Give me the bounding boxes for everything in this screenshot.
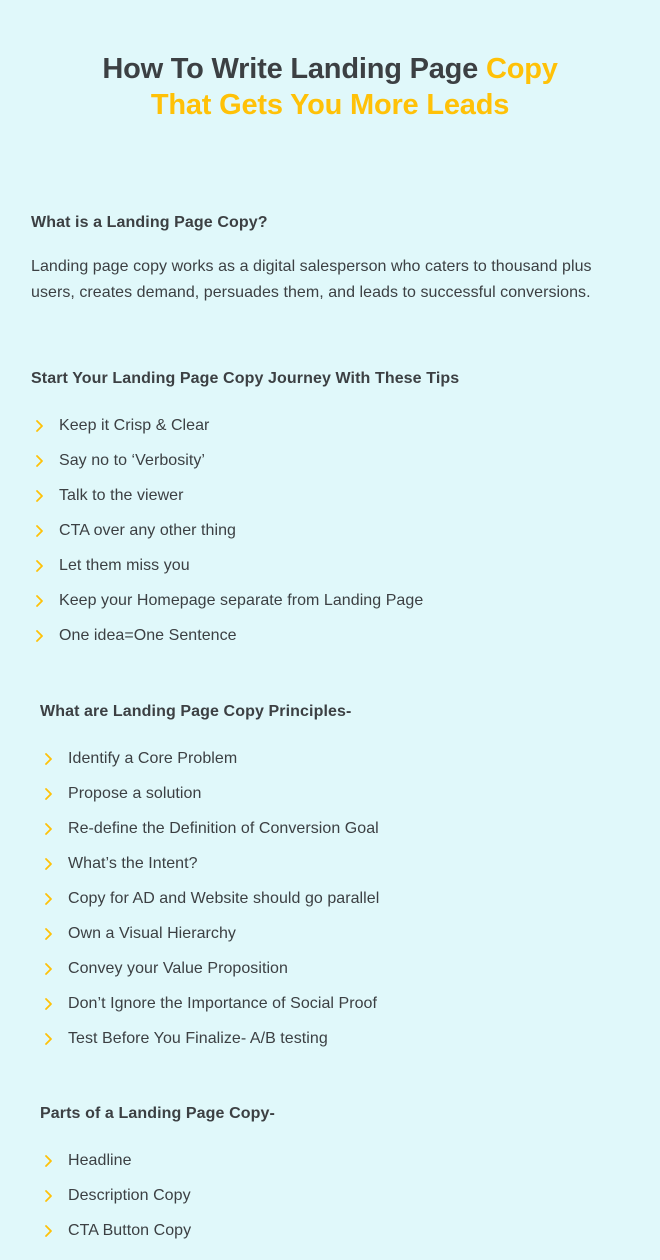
article-page: How To Write Landing Page Copy That Gets…	[0, 19, 660, 1260]
list-item: Convey your Value Proposition	[40, 958, 634, 980]
list-item-label: Keep it Crisp & Clear	[59, 417, 210, 435]
tips-list: Keep it Crisp & Clear Say no to ‘Verbosi…	[31, 415, 634, 647]
section-what-is-landing-page-copy: What is a Landing Page Copy? Landing pag…	[31, 212, 634, 306]
list-item: Re-define the Definition of Conversion G…	[40, 818, 634, 840]
list-item: Copy for AD and Website should go parall…	[40, 888, 634, 910]
chevron-right-icon	[44, 752, 54, 766]
chevron-right-icon	[44, 1224, 54, 1238]
article-content: What is a Landing Page Copy? Landing pag…	[0, 143, 660, 1242]
list-item-label: Keep your Homepage separate from Landing…	[59, 592, 424, 610]
list-item: What’s the Intent?	[40, 853, 634, 875]
section-heading: Parts of a Landing Page Copy-	[40, 1104, 275, 1122]
list-item-label: What’s the Intent?	[68, 854, 198, 872]
list-item-label: Let them miss you	[59, 557, 190, 575]
list-item-label: CTA Button Copy	[68, 1221, 192, 1239]
section-landing-page-copy-principles: What are Landing Page Copy Principles- I…	[40, 701, 634, 1050]
list-item: Keep your Homepage separate from Landing…	[31, 590, 634, 612]
chevron-right-icon	[35, 489, 45, 503]
list-item-label: Description Copy	[68, 1186, 191, 1204]
chevron-right-icon	[44, 1189, 54, 1203]
chevron-right-icon	[44, 822, 54, 836]
chevron-right-icon	[35, 629, 45, 643]
list-item-label: Say no to ‘Verbosity’	[59, 452, 206, 470]
chevron-right-icon	[44, 927, 54, 941]
page-title: How To Write Landing Page Copy That Gets…	[0, 19, 660, 123]
list-item: Identify a Core Problem	[40, 748, 634, 770]
list-item: Keep it Crisp & Clear	[31, 415, 634, 437]
chevron-right-icon	[35, 419, 45, 433]
section-start-your-journey-tips: Start Your Landing Page Copy Journey Wit…	[31, 368, 634, 647]
list-item: CTA over any other thing	[31, 520, 634, 542]
section-paragraph: Landing page copy works as a digital sal…	[31, 258, 592, 302]
list-item: Let them miss you	[31, 555, 634, 577]
chevron-right-icon	[44, 892, 54, 906]
chevron-right-icon	[35, 524, 45, 538]
chevron-right-icon	[44, 997, 54, 1011]
list-item-label: Talk to the viewer	[59, 487, 184, 505]
list-item-label: Headline	[68, 1151, 132, 1169]
list-item-label: Test Before You Finalize- A/B testing	[68, 1029, 328, 1047]
page-title-part-dark: How To Write Landing Page	[102, 53, 486, 86]
section-heading: What is a Landing Page Copy?	[31, 214, 268, 232]
list-item: CTA Button Copy	[40, 1220, 634, 1242]
list-item: One idea=One Sentence	[31, 625, 634, 647]
chevron-right-icon	[35, 594, 45, 608]
list-item: Say no to ‘Verbosity’	[31, 450, 634, 472]
list-item-label: Propose a solution	[68, 784, 202, 802]
list-item: Description Copy	[40, 1185, 634, 1207]
list-item-label: Convey your Value Proposition	[68, 959, 288, 977]
list-item: Talk to the viewer	[31, 485, 634, 507]
list-item-label: CTA over any other thing	[59, 522, 236, 540]
page-title-part-accent: Copy	[485, 53, 558, 86]
list-item: Own a Visual Hierarchy	[40, 923, 634, 945]
list-item-label: Identify a Core Problem	[68, 749, 238, 767]
section-parts-of-landing-page-copy: Parts of a Landing Page Copy- Headline D…	[40, 1103, 634, 1242]
list-item-label: Re-define the Definition of Conversion G…	[68, 819, 379, 837]
list-item-label: One idea=One Sentence	[59, 627, 237, 645]
list-item-label: Own a Visual Hierarchy	[68, 924, 236, 942]
chevron-right-icon	[44, 787, 54, 801]
section-heading: What are Landing Page Copy Principles-	[40, 702, 352, 720]
chevron-right-icon	[35, 454, 45, 468]
principles-list: Identify a Core Problem Propose a soluti…	[40, 748, 634, 1050]
section-heading: Start Your Landing Page Copy Journey Wit…	[31, 370, 460, 388]
list-item-label: Copy for AD and Website should go parall…	[68, 889, 380, 907]
chevron-right-icon	[44, 857, 54, 871]
chevron-right-icon	[44, 1154, 54, 1168]
list-item-label: Don’t Ignore the Importance of Social Pr…	[68, 994, 377, 1012]
list-item: Don’t Ignore the Importance of Social Pr…	[40, 993, 634, 1015]
list-item: Propose a solution	[40, 783, 634, 805]
list-item: Headline	[40, 1150, 634, 1172]
chevron-right-icon	[44, 1032, 54, 1046]
parts-list: Headline Description Copy CTA Button Cop…	[40, 1150, 634, 1242]
chevron-right-icon	[44, 962, 54, 976]
list-item: Test Before You Finalize- A/B testing	[40, 1028, 634, 1050]
page-title-line-two: That Gets You More Leads	[150, 89, 510, 122]
chevron-right-icon	[35, 559, 45, 573]
